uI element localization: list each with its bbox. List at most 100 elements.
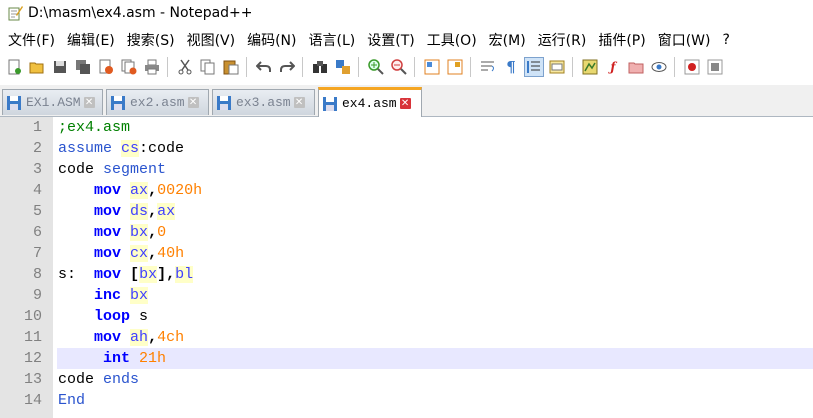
code-line: 4 mov ax,0020h: [0, 180, 813, 201]
code-token: cx: [130, 245, 149, 262]
word-wrap-icon[interactable]: [479, 58, 497, 76]
menu-item[interactable]: 编码(N): [243, 30, 300, 50]
code-text: assume cs:code: [58, 138, 184, 159]
folder-icon[interactable]: [627, 58, 645, 76]
close-all-icon[interactable]: [120, 58, 138, 76]
stop-record-icon[interactable]: [706, 58, 724, 76]
close-tab-icon[interactable]: ✕: [293, 97, 305, 108]
cut-icon[interactable]: [176, 58, 194, 76]
save-icon: [7, 95, 21, 110]
code-token: mov: [94, 329, 122, 346]
code-token: loop: [94, 308, 131, 325]
menu-item[interactable]: 工具(O): [423, 30, 481, 50]
redo-icon[interactable]: [278, 58, 296, 76]
tab-ex3[interactable]: ex3.asm ✕: [212, 89, 315, 115]
toolbar-separator: [358, 57, 359, 77]
code-line: 12 int 21h: [0, 348, 813, 369]
show-all-chars-icon[interactable]: ¶: [502, 58, 520, 76]
replace-icon[interactable]: [334, 58, 352, 76]
code-token: bl: [175, 266, 194, 283]
record-macro-icon[interactable]: [683, 58, 701, 76]
menu-item[interactable]: 运行(R): [534, 30, 591, 50]
code-token: mov: [94, 266, 122, 283]
code-text: mov cx,40h: [58, 243, 184, 264]
code-token: ends: [103, 371, 140, 388]
code-token: End: [58, 392, 86, 409]
code-token: ,: [148, 329, 158, 346]
menu-item[interactable]: 设置(T): [363, 30, 418, 50]
sync-horizontal-icon[interactable]: [446, 58, 464, 76]
menu-item[interactable]: ?: [719, 32, 734, 48]
close-tab-icon[interactable]: ✕: [83, 97, 95, 108]
toolbar: ¶ ƒ: [0, 53, 813, 81]
code-text: End: [58, 390, 85, 411]
copy-icon[interactable]: [199, 58, 217, 76]
code-editor[interactable]: 1 ;ex4.asm 2 assume cs:code 3 code segment 4 m…: [0, 117, 813, 418]
menu-item[interactable]: 搜索(S): [123, 30, 179, 50]
line-number: 10: [23, 308, 42, 325]
code-token: ax: [130, 182, 149, 199]
menu-item[interactable]: 编辑(E): [63, 30, 119, 50]
line-number: 14: [23, 392, 42, 409]
close-tab-icon[interactable]: ✕: [399, 98, 411, 109]
line-number: 5: [32, 203, 42, 220]
line-number: 9: [32, 287, 42, 304]
save-icon: [111, 95, 125, 110]
save-icon: [217, 95, 231, 110]
tab-ex1[interactable]: EX1.ASM ✕: [2, 89, 103, 115]
open-file-icon[interactable]: [28, 58, 46, 76]
undo-icon[interactable]: [255, 58, 273, 76]
code-token: mov: [94, 182, 122, 199]
function-list-icon[interactable]: [581, 58, 599, 76]
code-token: [: [130, 266, 140, 283]
line-number: 7: [32, 245, 42, 262]
save-icon: [323, 96, 337, 111]
save-icon[interactable]: [51, 58, 69, 76]
monitor-icon[interactable]: [650, 58, 668, 76]
tab-ex2[interactable]: ex2.asm ✕: [106, 89, 209, 115]
code-token: bx: [130, 224, 149, 241]
code-token: 21h: [139, 350, 167, 367]
toolbar-separator: [246, 57, 247, 77]
doc-map-icon[interactable]: [548, 58, 566, 76]
code-token: ,: [148, 182, 158, 199]
tab-ex4[interactable]: ex4.asm ✕: [318, 87, 422, 117]
paste-icon[interactable]: [222, 58, 240, 76]
indent-guide-icon[interactable]: [524, 57, 544, 77]
zoom-out-icon[interactable]: [390, 58, 408, 76]
menu-item[interactable]: 语言(L): [305, 30, 360, 50]
sync-vertical-icon[interactable]: [423, 58, 441, 76]
find-icon[interactable]: [311, 58, 329, 76]
menu-item[interactable]: 插件(P): [594, 30, 649, 50]
code-text: int 21h: [58, 348, 166, 369]
code-token: ,: [148, 203, 158, 220]
close-icon[interactable]: [97, 58, 115, 76]
menu-item[interactable]: 文件(F): [4, 30, 59, 50]
menu-item[interactable]: 宏(M): [485, 30, 530, 50]
code-token: 0020h: [157, 182, 203, 199]
menu-item[interactable]: 窗口(W): [654, 30, 715, 50]
code-token: mov: [94, 224, 122, 241]
code-token: bx: [130, 287, 149, 304]
menu-bar: 文件(F) 编辑(E) 搜索(S) 视图(V) 编码(N) 语言(L) 设置(T) 工具(O)…: [0, 28, 813, 52]
folder-workspace-icon[interactable]: ƒ: [604, 58, 622, 76]
code-token: ax: [157, 203, 176, 220]
code-token: ds: [130, 203, 149, 220]
menu-item[interactable]: 视图(V): [183, 30, 240, 50]
code-token: code: [58, 371, 104, 388]
print-icon[interactable]: [143, 58, 161, 76]
tab-bar: EX1.ASM ✕ ex2.asm ✕ ex3.asm ✕ ex4.asm ✕: [0, 85, 813, 117]
code-token: code: [58, 161, 104, 178]
new-file-icon[interactable]: [5, 58, 23, 76]
save-all-icon[interactable]: [74, 58, 92, 76]
zoom-in-icon[interactable]: [367, 58, 385, 76]
code-text: ;ex4.asm: [58, 117, 130, 138]
close-tab-icon[interactable]: ✕: [187, 97, 199, 108]
code-text: loop s: [58, 306, 148, 327]
